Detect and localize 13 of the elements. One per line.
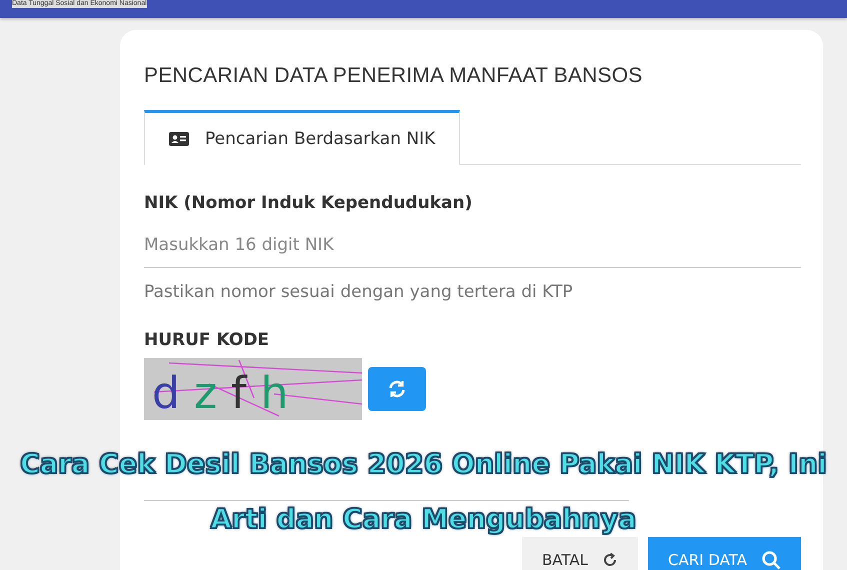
form-title: PENCARIAN DATA PENERIMA MANFAAT BANSOS [144, 64, 644, 88]
id-card-icon [169, 132, 189, 146]
refresh-button[interactable] [368, 367, 426, 411]
headline-caption: Cara Cek Desil Bansos 2026 Online Pakai NIK KTP, Ini [20, 449, 827, 480]
field-hint: Pastikan nomor sesuai dengan yang tertera di KTP [144, 282, 574, 302]
field-label: HURUF KODE [144, 330, 270, 350]
search-icon [761, 550, 781, 570]
headline-caption: Arti dan Cara Mengubahnya [210, 504, 636, 535]
reload-icon [602, 552, 618, 568]
refresh-icon [387, 379, 407, 399]
field-label: NIK (Nomor Induk Kependudukan) [144, 193, 474, 213]
tab[interactable]: Pencarian Berdasarkan NIK [144, 110, 460, 165]
cancel-button[interactable]: BATAL [522, 537, 638, 570]
